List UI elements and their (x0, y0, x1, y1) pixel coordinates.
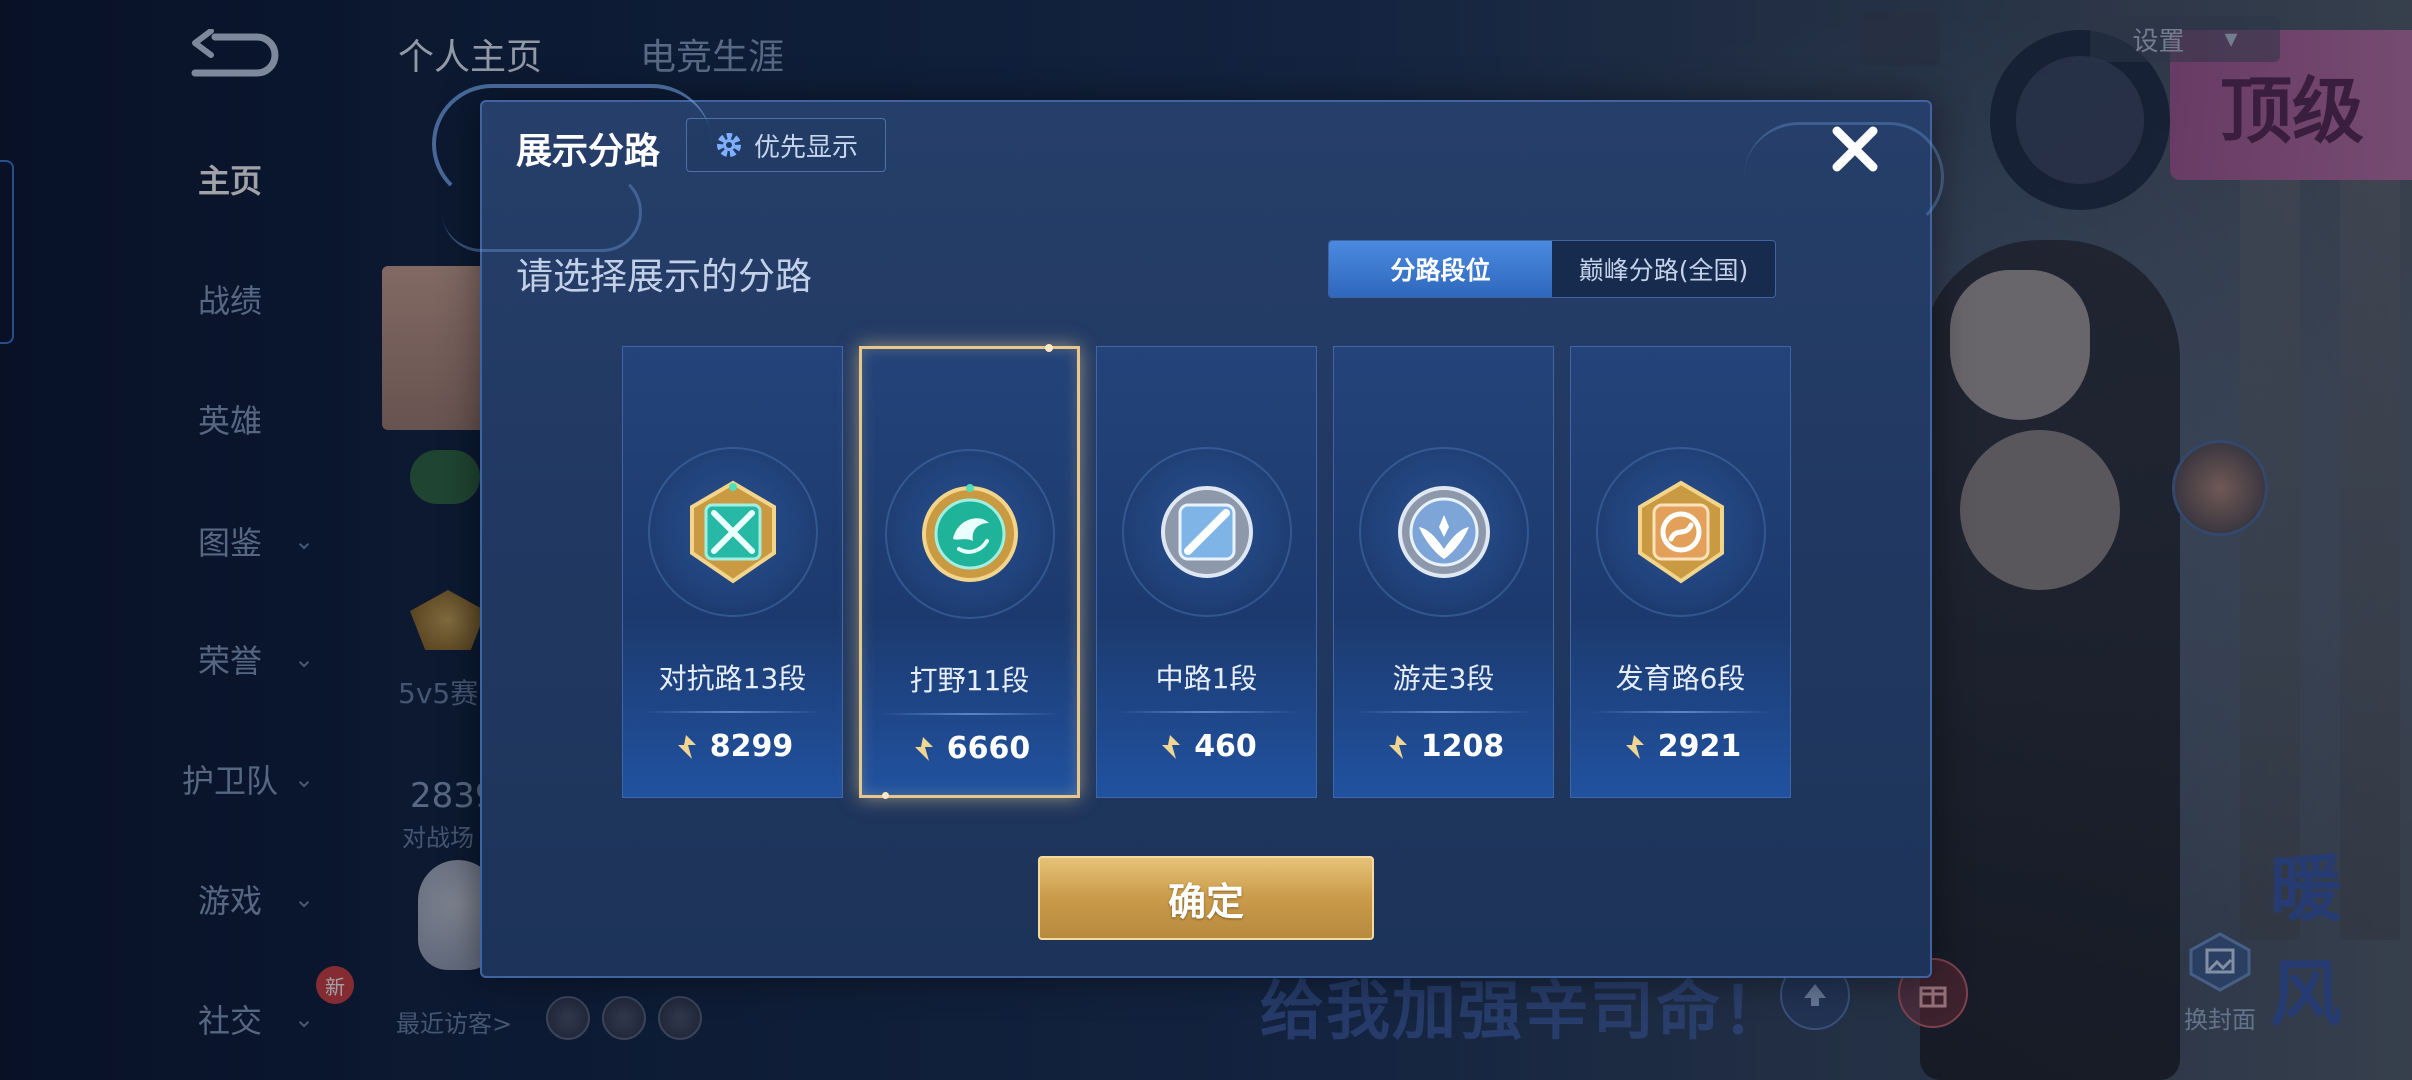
lane-rank-label: 游走3段 (1392, 662, 1495, 695)
lane-card-list: 对抗路13段 8299 打野11段 6660 中路1段 460 游走3段 120… (622, 344, 1791, 799)
lane-rank-label: 发育路6段 (1615, 662, 1746, 695)
farm-lane-emblem-icon (1637, 480, 1724, 584)
lane-card-clash[interactable]: 对抗路13段 8299 (622, 346, 843, 798)
divider (1353, 711, 1534, 713)
confirm-button[interactable]: 确定 (1038, 856, 1374, 940)
lane-score: 2921 (1620, 729, 1742, 764)
lane-card-mid[interactable]: 中路1段 460 (1096, 346, 1317, 798)
gear-icon (716, 133, 741, 157)
tab-peak-lane-national[interactable]: 巅峰分路(全国) (1552, 241, 1775, 297)
dialog-title: 展示分路 (516, 131, 661, 172)
score-icon (1625, 734, 1644, 759)
score-icon (1162, 734, 1181, 759)
display-lane-dialog: 展示分路 优先显示 请选择展示的分路 分路段位 巅峰分路(全国) 对抗路13段 … (432, 84, 1944, 978)
emblem-frame (1121, 447, 1292, 617)
emblem-frame (1358, 447, 1529, 617)
score-icon (914, 736, 933, 761)
dialog-subtitle: 请选择展示的分路 (516, 255, 812, 298)
lane-score-value: 6660 (946, 731, 1031, 766)
emblem-frame (1595, 447, 1766, 617)
lane-score: 460 (1156, 729, 1257, 764)
lane-score: 6660 (909, 731, 1031, 766)
lane-score-value: 1208 (1420, 729, 1505, 764)
lane-card-roam[interactable]: 游走3段 1208 (1333, 346, 1554, 798)
close-button[interactable] (1820, 114, 1890, 184)
lane-rank-label: 打野11段 (909, 664, 1030, 697)
divider (1116, 711, 1297, 713)
lane-score: 8299 (672, 729, 794, 764)
lane-mode-toggle: 分路段位 巅峰分路(全国) (1328, 240, 1776, 298)
lane-rank-label: 中路1段 (1155, 662, 1258, 695)
lane-score-value: 460 (1194, 729, 1257, 764)
priority-display-button[interactable]: 优先显示 (686, 118, 886, 172)
divider (1590, 711, 1771, 713)
roam-emblem-icon (1397, 486, 1490, 578)
mid-lane-emblem-icon (1160, 486, 1253, 578)
lane-score: 1208 (1383, 729, 1505, 764)
priority-display-label: 优先显示 (753, 132, 858, 163)
lane-rank-label: 对抗路13段 (658, 662, 807, 695)
tab-lane-rank[interactable]: 分路段位 (1329, 241, 1552, 297)
jungle-emblem-icon (921, 484, 1018, 582)
divider (879, 713, 1060, 715)
lane-score-value: 8299 (709, 729, 794, 764)
lane-card-jungle[interactable]: 打野11段 6660 (859, 344, 1080, 799)
score-icon (677, 734, 696, 759)
close-icon (1832, 126, 1878, 172)
emblem-frame (884, 449, 1055, 619)
lane-card-farm[interactable]: 发育路6段 2921 (1570, 346, 1791, 798)
score-icon (1388, 734, 1407, 759)
divider (642, 711, 823, 713)
selection-glow-dot (882, 792, 889, 799)
decor-swirl (442, 172, 642, 252)
emblem-frame (647, 447, 818, 617)
clash-lane-emblem-icon (689, 480, 776, 584)
lane-score-value: 2921 (1657, 729, 1742, 764)
selection-glow-dot (1045, 344, 1053, 352)
